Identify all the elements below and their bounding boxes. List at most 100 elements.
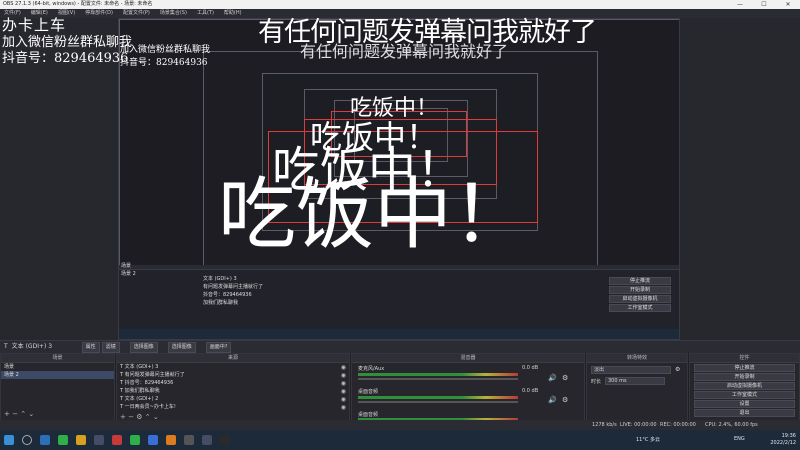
select-image-button[interactable]: 选择图像 (129, 341, 158, 353)
filters-button[interactable]: 滤镜 (101, 341, 120, 353)
selected-source-name: 文本 (GDI+) 3 (11, 343, 53, 350)
mixer-header: 混音器 (352, 354, 584, 363)
source-item[interactable]: T 有问题发弹幕问主播就行了 (117, 371, 349, 379)
scene-item[interactable]: 场景 (1, 363, 114, 371)
add-icon[interactable]: + (4, 410, 10, 418)
studio-mode-button[interactable]: 工作室模式 (694, 391, 795, 399)
down-icon[interactable]: ⌄ (28, 410, 34, 418)
window-title: OBS 27.1.3 (64-bit, windows) - 配置文件: 未命名… (3, 1, 153, 7)
app-icon[interactable] (220, 435, 230, 445)
menu-profile[interactable]: 配置文件(P) (123, 9, 150, 18)
clock-time: 19:36 (781, 433, 796, 439)
speaker-icon[interactable]: 🔊 (548, 396, 557, 404)
menu-tools[interactable]: 工具(T) (197, 9, 214, 18)
cpu-status: CPU: 2.4%, 60.00 fps (705, 422, 758, 428)
inner-sources: 文本 (GDI+) 3 有问题发弹幕问主播就行了 抖音号：829464936 加… (200, 275, 360, 323)
mixer-channel-name: 麦克风/Aux (358, 366, 385, 372)
taskbar: 11°C 多云 ENG 19:36 2022/2/12 (0, 430, 800, 450)
menu-scene-collection[interactable]: 场景集合(S) (160, 9, 187, 18)
scene-item[interactable]: 场景 2 (1, 371, 114, 379)
inner-scenes: 场景 场景 2 (118, 262, 178, 310)
duration-input[interactable]: 300 ms (605, 377, 665, 385)
obs-icon[interactable] (184, 435, 194, 445)
app-icon[interactable] (112, 435, 122, 445)
app-icon[interactable] (148, 435, 158, 445)
volume-slider[interactable] (358, 401, 518, 403)
bitrate: 1278 kb/s (592, 422, 617, 428)
eye-icon[interactable]: ◉ (341, 388, 346, 396)
weather[interactable]: 11°C 多云 (636, 436, 660, 443)
source-item-label: 有问题发弹幕问主播就行了 (124, 372, 185, 378)
minimize-button[interactable]: — (728, 0, 752, 9)
app-icon[interactable] (76, 435, 86, 445)
virtual-camera-button[interactable]: 启动虚拟摄像机 (694, 382, 795, 390)
steam-icon[interactable] (202, 435, 212, 445)
app-icon[interactable] (166, 435, 176, 445)
inner-source-item: 有问题发弹幕问主播就行了 (203, 284, 264, 290)
up-icon[interactable]: ⌃ (20, 410, 26, 418)
settings-button[interactable]: 设置 (694, 400, 795, 408)
inner-control-btn: 启动虚拟摄像机 (609, 295, 671, 303)
edge-icon[interactable] (40, 435, 50, 445)
image-label-button[interactable]: 选择图像 (167, 341, 196, 353)
inner-controls: 停止推流 开始录制 启动虚拟摄像机 工作室模式 (605, 276, 675, 326)
remove-icon[interactable]: − (12, 410, 18, 418)
inner-source-item: 文本 (GDI+) 3 (203, 276, 237, 282)
maximize-button[interactable]: ☐ (752, 0, 776, 9)
source-item-label: 加我们群私聊我 (124, 388, 160, 394)
language-indicator[interactable]: ENG (734, 436, 745, 442)
clock-date: 2022/2/12 (770, 440, 796, 446)
transitions-dock: 转场特效 淡出 ⚙ 时长 300 ms (586, 353, 688, 430)
sources-dock: 来源 T 文本 (GDI+) 3 T 有问题发弹幕问主播就行了 T 抖音号：82… (116, 353, 350, 430)
mixer-dock: 混音器 麦克风/Aux 0.0 dB 🔊 ⚙ 桌面音频 0.0 dB 🔊 ⚙ 桌… (351, 353, 585, 430)
eye-icon[interactable]: ◉ (341, 380, 346, 388)
eye-icon[interactable]: ◉ (341, 404, 346, 412)
transition-select[interactable]: 淡出 (591, 366, 671, 374)
source-item[interactable]: T 加我们群私聊我 (117, 387, 349, 395)
menu-help[interactable]: 帮助(H) (224, 9, 242, 18)
windows-start-icon[interactable] (4, 435, 14, 445)
duration-label: 时长 (591, 379, 602, 385)
source-item[interactable]: T 文本 (GDI+) 3 (117, 363, 349, 371)
gear-icon[interactable]: ⚙ (562, 396, 568, 404)
source-item-label: 文本 (GDI+) 2 (124, 396, 159, 402)
clock[interactable]: 19:36 2022/2/12 (770, 433, 796, 447)
inner-taskbar (119, 329, 679, 339)
wechat-icon[interactable] (130, 435, 140, 445)
inner-source-item: 加我们群私聊我 (203, 300, 239, 306)
mixer-channel-name: 桌面音频 (358, 389, 379, 395)
big-text: 吃饭中！ (218, 170, 531, 260)
eye-icon[interactable]: ◉ (341, 372, 346, 380)
stop-streaming-button[interactable]: 停止推流 (694, 364, 795, 372)
source-item[interactable]: T 抖音号：829464936 (117, 379, 349, 387)
gear-icon[interactable]: ⚙ (562, 374, 568, 382)
preview-label: 画面中? (205, 341, 232, 353)
gear-icon[interactable]: ⚙ (675, 366, 680, 373)
eye-icon[interactable]: ◉ (341, 364, 346, 372)
source-item-label: 一日两会员~办卡上车! (124, 404, 176, 410)
close-button[interactable]: ✕ (776, 0, 800, 9)
chrome-icon[interactable] (58, 435, 68, 445)
source-item[interactable]: T 文本 (GDI+) 2 (117, 395, 349, 403)
text-icon: T (4, 343, 8, 350)
properties-button[interactable]: 属性 (81, 341, 100, 353)
eye-icon[interactable]: ◉ (341, 396, 346, 404)
source-item[interactable]: T 一日两会员~办卡上车! (117, 403, 349, 411)
status-bar: 1278 kb/s LIVE: 00:00:00 REC: 00:00:00 C… (0, 420, 800, 430)
inner-source-item: 抖音号：829464936 (203, 292, 252, 298)
scenes-header: 场景 (1, 354, 114, 363)
start-recording-button[interactable]: 开始录制 (694, 373, 795, 381)
scenes-dock: 场景 场景 场景 2 + − ⌃ ⌄ (0, 353, 115, 430)
volume-slider[interactable] (358, 378, 518, 380)
source-visibility-icons: ◉ ◉ ◉ ◉ ◉ ◉ (341, 364, 346, 412)
exit-button[interactable]: 退出 (694, 409, 795, 417)
source-item-label: 文本 (GDI+) 3 (124, 364, 159, 370)
audio-meter (358, 373, 518, 376)
overlay-banner-echo: 有任何问题发弹幕问我就好了 (300, 42, 509, 61)
steam-icon[interactable] (94, 435, 104, 445)
search-icon[interactable] (22, 435, 32, 445)
window-title-bar: OBS 27.1.3 (64-bit, windows) - 配置文件: 未命名… (0, 0, 800, 9)
speaker-icon[interactable]: 🔊 (548, 374, 557, 382)
inner-scene-item: 场景 2 (121, 271, 136, 277)
menu-docks[interactable]: 停靠部件(D) (85, 9, 113, 18)
